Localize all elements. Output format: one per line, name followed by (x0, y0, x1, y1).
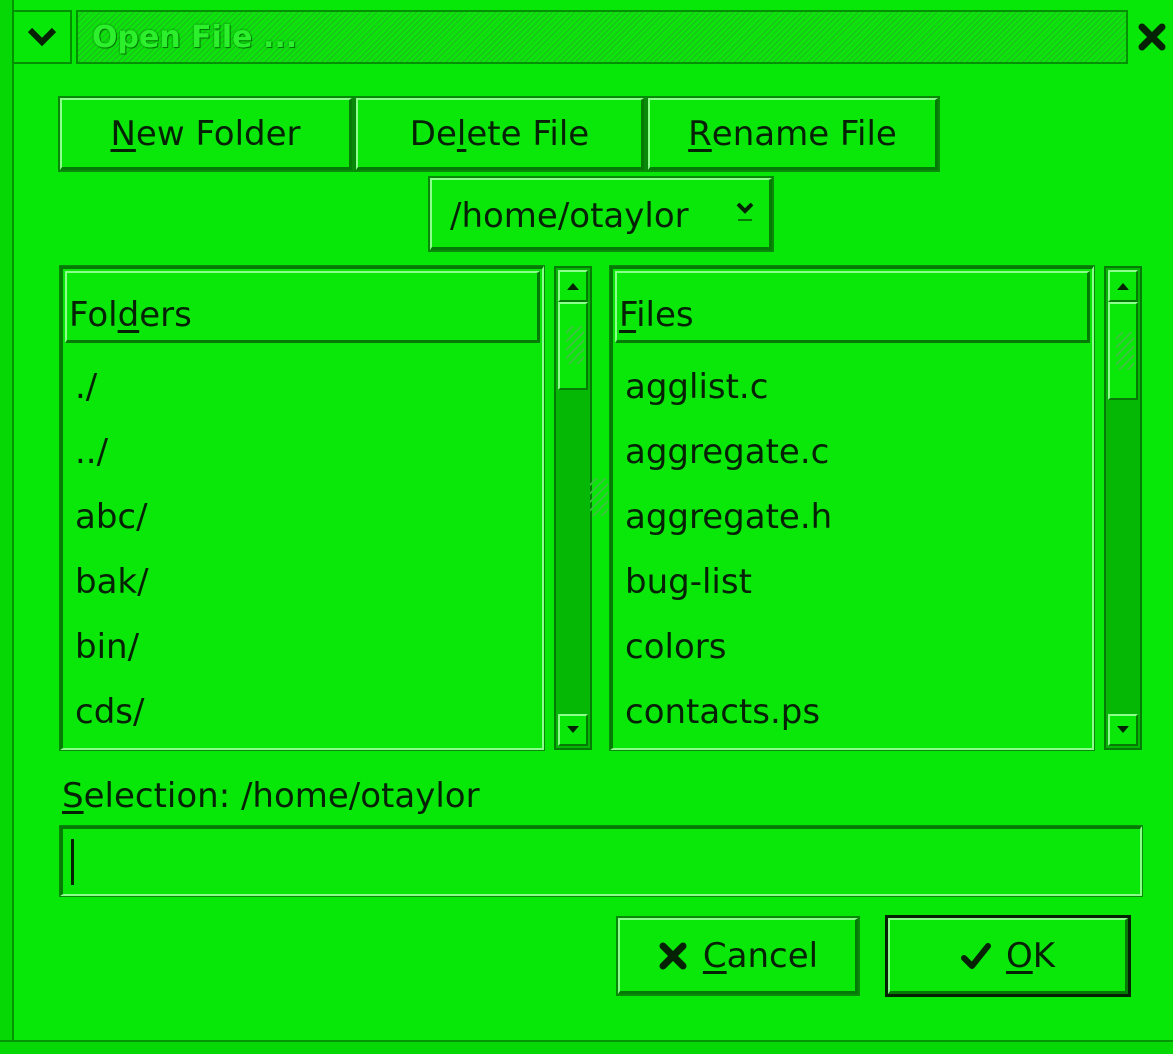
selection-input[interactable] (59, 825, 1143, 897)
path-current: /home/otaylor (450, 196, 689, 236)
file-item[interactable]: bug-list (625, 562, 752, 602)
file-item[interactable]: aggregate.h (625, 497, 832, 537)
pane-resize-grip-icon[interactable] (590, 478, 608, 516)
folders-header-mnemonic: d (117, 295, 140, 335)
arrow-down-icon (1117, 726, 1129, 733)
ok-label: K (1032, 935, 1056, 976)
folders-header-pre: Fol (69, 295, 118, 335)
files-scroll-down-button[interactable] (1108, 714, 1138, 746)
new-folder-mnemonic: N (110, 113, 136, 154)
selection-label-text: election: /home/otaylor (83, 776, 480, 816)
window-close-button[interactable] (1130, 10, 1173, 64)
grip-icon (566, 326, 584, 364)
folders-scrollbar[interactable] (554, 266, 592, 750)
files-list[interactable]: Files agglist.c aggregate.c aggregate.h … (609, 265, 1095, 751)
files-scroll-up-button[interactable] (1108, 270, 1138, 302)
arrow-up-icon (567, 283, 579, 290)
file-item[interactable]: colors (625, 627, 726, 667)
new-folder-label: ew Folder (135, 113, 301, 154)
selection-mnemonic: S (62, 776, 84, 816)
cancel-label: ancel (726, 935, 819, 976)
window-title: Open File ... (92, 20, 298, 55)
text-caret (71, 839, 74, 885)
ok-mnemonic: O (1005, 935, 1033, 976)
folder-item[interactable]: ../ (75, 432, 108, 472)
file-item[interactable]: contacts.ps (625, 692, 820, 732)
cancel-x-icon (659, 942, 687, 969)
arrow-down-icon (567, 726, 579, 733)
close-icon (1138, 23, 1165, 51)
delete-file-mnemonic: l (456, 113, 467, 154)
files-scrollbar[interactable] (1104, 266, 1142, 750)
folders-list[interactable]: Folders ./ ../ abc/ bak/ bin/ cds/ (59, 265, 545, 751)
delete-file-button[interactable]: De l ete File (354, 96, 646, 172)
folders-scroll-thumb[interactable] (558, 302, 588, 390)
window-border-left (0, 0, 14, 1040)
rename-file-button[interactable]: Rename File (646, 96, 940, 172)
files-scroll-thumb[interactable] (1108, 302, 1138, 400)
path-dropdown[interactable]: /home/otaylor (428, 176, 774, 252)
folders-header[interactable]: Folders (65, 271, 540, 343)
window-menu-button[interactable] (12, 10, 72, 64)
folder-item[interactable]: abc/ (75, 497, 148, 537)
files-header-mnemonic: F (619, 295, 637, 335)
files-header-rest: iles (636, 295, 694, 335)
delete-file-label: ete File (466, 113, 590, 154)
new-folder-button[interactable]: New Folder (58, 96, 354, 172)
chevron-down-icon (27, 27, 57, 47)
dropdown-arrow-icon (736, 202, 754, 221)
arrow-up-icon (1117, 283, 1129, 290)
file-item[interactable]: aggregate.c (625, 432, 829, 472)
grip-icon (1116, 332, 1134, 370)
title-bar: Open File ... (0, 0, 1173, 72)
file-item[interactable]: agglist.c (625, 367, 768, 407)
cancel-mnemonic: C (702, 935, 727, 976)
folders-scroll-up-button[interactable] (558, 270, 588, 302)
folders-scroll-down-button[interactable] (558, 714, 588, 746)
dialog-window: Open File ... New Folder De l ete File Ren… (0, 0, 1173, 1054)
files-header[interactable]: Files (615, 271, 1090, 343)
folder-item[interactable]: bin/ (75, 627, 139, 667)
folder-item[interactable]: ./ (75, 367, 97, 407)
folders-header-rest: ers (139, 295, 192, 335)
checkmark-icon (960, 942, 991, 969)
selection-label: Selection: /home/otaylor (62, 776, 480, 816)
rename-file-label: ename File (711, 113, 897, 154)
ok-button[interactable]: OK (885, 915, 1131, 997)
folder-item[interactable]: bak/ (75, 562, 149, 602)
delete-file-label-pre: De (409, 113, 457, 154)
folder-item[interactable]: cds/ (75, 692, 144, 732)
title-strip[interactable]: Open File ... (76, 10, 1128, 64)
cancel-button[interactable]: Cancel (616, 916, 860, 996)
rename-file-mnemonic: R (688, 113, 712, 154)
